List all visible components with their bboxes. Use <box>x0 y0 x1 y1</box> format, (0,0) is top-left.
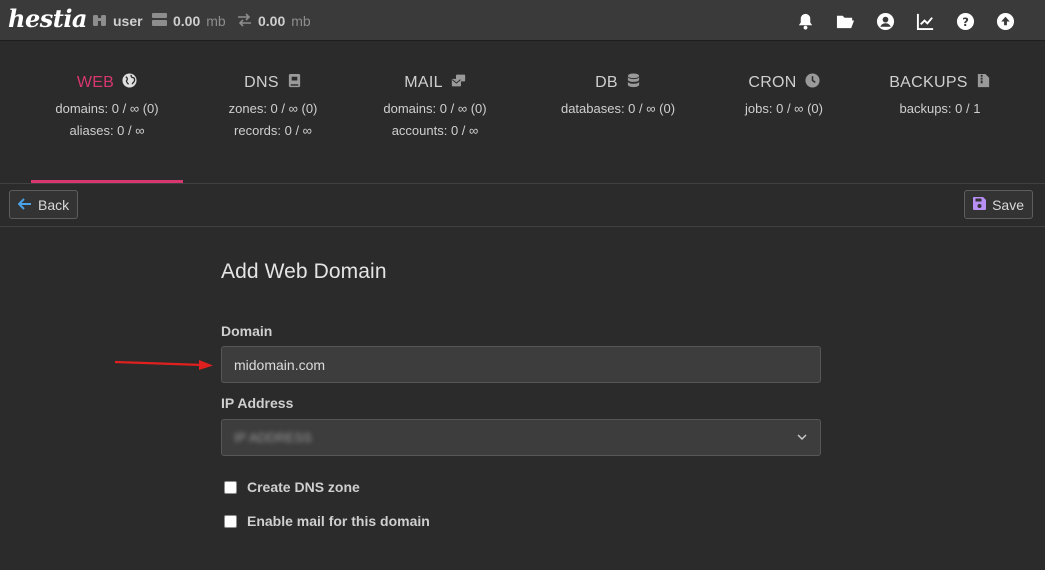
back-button[interactable]: Back <box>9 190 79 219</box>
page-title: Add Web Domain <box>221 260 387 283</box>
checkbox-box[interactable] <box>224 514 237 528</box>
chart-line-icon[interactable] <box>905 10 945 32</box>
tab-mail-title: MAIL <box>404 74 443 91</box>
create-dns-zone-label: Create DNS zone <box>247 479 360 495</box>
tab-dns[interactable]: DNS zones: 0 / ∞ (0) records: 0 / ∞ <box>197 41 349 183</box>
chevron-down-icon <box>797 434 807 440</box>
help-icon[interactable]: ? <box>945 10 985 32</box>
disk-value: 0.00 <box>173 13 201 29</box>
tab-web[interactable]: WEB domains: 0 / ∞ (0) aliases: 0 / ∞ <box>31 41 183 183</box>
tab-web-line-2: aliases: 0 / ∞ <box>69 123 145 138</box>
bell-icon[interactable] <box>785 10 825 32</box>
tab-dns-line-1: zones: 0 / ∞ (0) <box>228 101 318 116</box>
bandwidth-stat: 0.00 mb <box>237 12 311 30</box>
disk-unit: mb <box>206 13 226 29</box>
upload-icon[interactable] <box>985 10 1025 32</box>
user-stat[interactable]: user <box>92 12 143 30</box>
add-web-domain-form: Add Web Domain Domain midomain.com IP Ad… <box>221 260 821 529</box>
book-icon <box>287 73 302 93</box>
top-icon-group: ? <box>785 10 1025 32</box>
database-icon <box>626 73 641 93</box>
main-tab-strip: WEB domains: 0 / ∞ (0) aliases: 0 / ∞ DN… <box>0 41 1045 183</box>
save-button-label: Save <box>992 196 1024 213</box>
svg-text:?: ? <box>962 14 969 28</box>
username: user <box>113 13 143 29</box>
tab-web-line-1: domains: 0 / ∞ (0) <box>55 101 159 116</box>
checkbox-box[interactable] <box>224 480 237 494</box>
ip-address-value: IP ADDRESS <box>234 430 312 445</box>
bandwidth-value: 0.00 <box>258 13 286 29</box>
disk-stat: 0.00 mb <box>152 12 226 30</box>
arrow-left-icon <box>17 197 32 213</box>
enable-mail-label: Enable mail for this domain <box>247 513 430 529</box>
back-button-label: Back <box>38 196 70 213</box>
enable-mail-checkbox[interactable]: Enable mail for this domain <box>224 513 430 529</box>
tab-cron[interactable]: CRON jobs: 0 / ∞ (0) <box>708 41 860 183</box>
clock-icon <box>805 73 820 93</box>
ip-address-label: IP Address <box>221 395 294 411</box>
ip-address-select[interactable]: IP ADDRESS <box>221 419 821 456</box>
tab-db-title: DB <box>595 74 618 91</box>
tab-backups[interactable]: BACKUPS backups: 0 / 1 <box>864 41 1016 183</box>
tab-web-title: WEB <box>76 74 115 91</box>
create-dns-zone-checkbox[interactable]: Create DNS zone <box>224 479 360 495</box>
tab-dns-title: DNS <box>244 74 279 91</box>
hestia-logo[interactable]: hestia <box>8 4 87 33</box>
domain-label: Domain <box>221 323 273 339</box>
tab-db[interactable]: DB databases: 0 / ∞ (0) <box>542 41 694 183</box>
tab-cron-title: CRON <box>748 74 797 91</box>
tab-dns-line-2: records: 0 / ∞ <box>234 123 312 138</box>
save-button[interactable]: Save <box>964 190 1033 219</box>
tab-mail-line-2: accounts: 0 / ∞ <box>391 123 479 138</box>
folder-open-icon[interactable] <box>825 10 865 32</box>
tab-mail[interactable]: MAIL domains: 0 / ∞ (0) accounts: 0 / ∞ <box>359 41 511 183</box>
binoculars-icon <box>92 13 107 30</box>
file-archive-icon <box>976 73 991 93</box>
annotation-arrow-icon <box>114 360 213 370</box>
domain-input[interactable]: midomain.com <box>221 346 821 383</box>
action-toolbar: Back Save <box>0 184 1045 227</box>
hdd-icon <box>152 13 167 29</box>
floppy-disk-icon <box>973 196 987 213</box>
tab-mail-line-1: domains: 0 / ∞ (0) <box>383 101 487 116</box>
bandwidth-unit: mb <box>291 13 311 29</box>
tab-backups-title: BACKUPS <box>889 74 968 91</box>
exchange-icon <box>237 12 252 30</box>
user-circle-icon[interactable] <box>865 10 905 32</box>
tab-backups-line-1: backups: 0 / 1 <box>899 101 981 116</box>
globe-icon <box>122 73 137 93</box>
tab-cron-line-1: jobs: 0 / ∞ (0) <box>745 101 823 116</box>
domain-input-value: midomain.com <box>234 356 326 373</box>
top-bar: hestia user 0.00 mb 0.00 mb ? <box>0 0 1045 41</box>
mail-bulk-icon <box>451 73 466 93</box>
tab-db-line-1: databases: 0 / ∞ (0) <box>560 101 676 116</box>
